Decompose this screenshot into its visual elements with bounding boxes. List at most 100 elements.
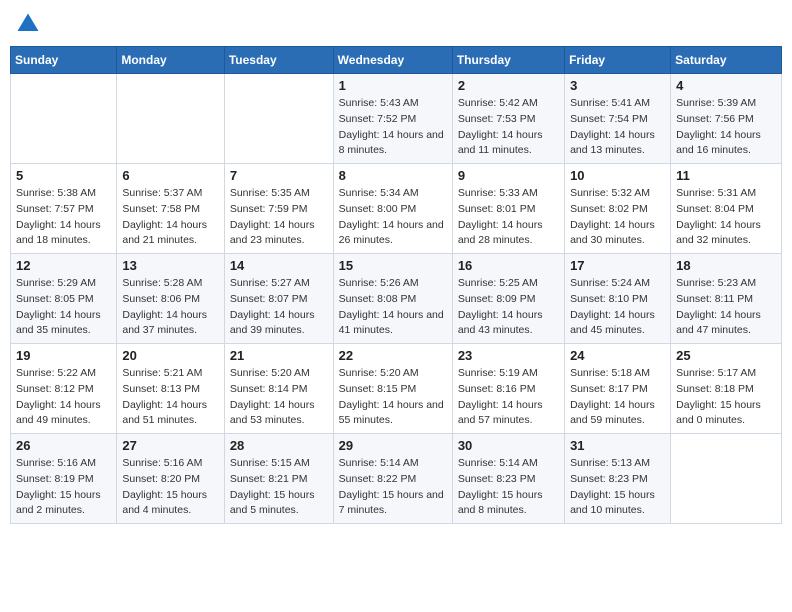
day-number: 24 — [570, 348, 665, 363]
calendar-cell: 1 Sunrise: 5:43 AMSunset: 7:52 PMDaylight… — [333, 74, 452, 164]
calendar-cell: 15 Sunrise: 5:26 AMSunset: 8:08 PMDayligh… — [333, 254, 452, 344]
day-info: Sunrise: 5:15 AMSunset: 8:21 PMDaylight:… — [230, 456, 328, 519]
day-info: Sunrise: 5:27 AMSunset: 8:07 PMDaylight:… — [230, 276, 328, 339]
calendar-cell: 22 Sunrise: 5:20 AMSunset: 8:15 PMDayligh… — [333, 344, 452, 434]
day-number: 31 — [570, 438, 665, 453]
day-info: Sunrise: 5:35 AMSunset: 7:59 PMDaylight:… — [230, 186, 328, 249]
day-info: Sunrise: 5:20 AMSunset: 8:14 PMDaylight:… — [230, 366, 328, 429]
day-info: Sunrise: 5:13 AMSunset: 8:23 PMDaylight:… — [570, 456, 665, 519]
calendar-cell: 13 Sunrise: 5:28 AMSunset: 8:06 PMDayligh… — [117, 254, 224, 344]
calendar-cell: 26 Sunrise: 5:16 AMSunset: 8:19 PMDayligh… — [11, 434, 117, 524]
calendar-cell: 17 Sunrise: 5:24 AMSunset: 8:10 PMDayligh… — [565, 254, 671, 344]
day-number: 22 — [339, 348, 447, 363]
page-header — [10, 10, 782, 38]
day-info: Sunrise: 5:14 AMSunset: 8:23 PMDaylight:… — [458, 456, 559, 519]
day-info: Sunrise: 5:23 AMSunset: 8:11 PMDaylight:… — [676, 276, 776, 339]
calendar-cell: 11 Sunrise: 5:31 AMSunset: 8:04 PMDayligh… — [671, 164, 782, 254]
day-info: Sunrise: 5:26 AMSunset: 8:08 PMDaylight:… — [339, 276, 447, 339]
calendar-cell: 29 Sunrise: 5:14 AMSunset: 8:22 PMDayligh… — [333, 434, 452, 524]
calendar-week-row: 26 Sunrise: 5:16 AMSunset: 8:19 PMDayligh… — [11, 434, 782, 524]
weekday-header-wednesday: Wednesday — [333, 47, 452, 74]
day-number: 28 — [230, 438, 328, 453]
calendar-table: SundayMondayTuesdayWednesdayThursdayFrid… — [10, 46, 782, 524]
weekday-header-tuesday: Tuesday — [224, 47, 333, 74]
calendar-week-row: 12 Sunrise: 5:29 AMSunset: 8:05 PMDayligh… — [11, 254, 782, 344]
day-number: 16 — [458, 258, 559, 273]
calendar-week-row: 19 Sunrise: 5:22 AMSunset: 8:12 PMDayligh… — [11, 344, 782, 434]
calendar-cell: 5 Sunrise: 5:38 AMSunset: 7:57 PMDaylight… — [11, 164, 117, 254]
calendar-cell: 12 Sunrise: 5:29 AMSunset: 8:05 PMDayligh… — [11, 254, 117, 344]
day-info: Sunrise: 5:29 AMSunset: 8:05 PMDaylight:… — [16, 276, 111, 339]
day-info: Sunrise: 5:31 AMSunset: 8:04 PMDaylight:… — [676, 186, 776, 249]
calendar-week-row: 5 Sunrise: 5:38 AMSunset: 7:57 PMDaylight… — [11, 164, 782, 254]
logo-icon — [14, 10, 42, 38]
day-number: 29 — [339, 438, 447, 453]
calendar-cell: 9Sunrise: 5:33 AMSunset: 8:01 PMDaylight… — [452, 164, 564, 254]
calendar-cell: 23 Sunrise: 5:19 AMSunset: 8:16 PMDayligh… — [452, 344, 564, 434]
day-info: Sunrise: 5:34 AMSunset: 8:00 PMDaylight:… — [339, 186, 447, 249]
weekday-header-sunday: Sunday — [11, 47, 117, 74]
weekday-header-thursday: Thursday — [452, 47, 564, 74]
day-number: 8 — [339, 168, 447, 183]
day-number: 21 — [230, 348, 328, 363]
calendar-cell: 21 Sunrise: 5:20 AMSunset: 8:14 PMDayligh… — [224, 344, 333, 434]
day-info: Sunrise: 5:20 AMSunset: 8:15 PMDaylight:… — [339, 366, 447, 429]
day-number: 10 — [570, 168, 665, 183]
day-info: Sunrise: 5:21 AMSunset: 8:13 PMDaylight:… — [122, 366, 218, 429]
weekday-header-friday: Friday — [565, 47, 671, 74]
day-number: 12 — [16, 258, 111, 273]
calendar-cell — [224, 74, 333, 164]
day-info: Sunrise: 5:38 AMSunset: 7:57 PMDaylight:… — [16, 186, 111, 249]
day-info: Sunrise: 5:37 AMSunset: 7:58 PMDaylight:… — [122, 186, 218, 249]
calendar-cell: 30Sunrise: 5:14 AMSunset: 8:23 PMDayligh… — [452, 434, 564, 524]
weekday-header-row: SundayMondayTuesdayWednesdayThursdayFrid… — [11, 47, 782, 74]
day-number: 7 — [230, 168, 328, 183]
day-number: 6 — [122, 168, 218, 183]
calendar-cell: 7 Sunrise: 5:35 AMSunset: 7:59 PMDaylight… — [224, 164, 333, 254]
day-number: 19 — [16, 348, 111, 363]
day-number: 2 — [458, 78, 559, 93]
calendar-cell: 19 Sunrise: 5:22 AMSunset: 8:12 PMDayligh… — [11, 344, 117, 434]
day-number: 3 — [570, 78, 665, 93]
day-info: Sunrise: 5:14 AMSunset: 8:22 PMDaylight:… — [339, 456, 447, 519]
calendar-cell: 28 Sunrise: 5:15 AMSunset: 8:21 PMDayligh… — [224, 434, 333, 524]
calendar-cell — [671, 434, 782, 524]
calendar-cell: 8 Sunrise: 5:34 AMSunset: 8:00 PMDaylight… — [333, 164, 452, 254]
day-number: 27 — [122, 438, 218, 453]
day-info: Sunrise: 5:41 AMSunset: 7:54 PMDaylight:… — [570, 96, 665, 159]
day-number: 14 — [230, 258, 328, 273]
day-number: 25 — [676, 348, 776, 363]
day-number: 9 — [458, 168, 559, 183]
day-number: 23 — [458, 348, 559, 363]
day-number: 17 — [570, 258, 665, 273]
day-info: Sunrise: 5:32 AMSunset: 8:02 PMDaylight:… — [570, 186, 665, 249]
calendar-cell: 14 Sunrise: 5:27 AMSunset: 8:07 PMDayligh… — [224, 254, 333, 344]
day-info: Sunrise: 5:16 AMSunset: 8:20 PMDaylight:… — [122, 456, 218, 519]
calendar-cell: 18Sunrise: 5:23 AMSunset: 8:11 PMDayligh… — [671, 254, 782, 344]
calendar-cell: 3 Sunrise: 5:41 AMSunset: 7:54 PMDaylight… — [565, 74, 671, 164]
day-info: Sunrise: 5:43 AMSunset: 7:52 PMDaylight:… — [339, 96, 447, 159]
day-number: 15 — [339, 258, 447, 273]
calendar-cell: 16 Sunrise: 5:25 AMSunset: 8:09 PMDayligh… — [452, 254, 564, 344]
day-number: 13 — [122, 258, 218, 273]
calendar-cell: 20Sunrise: 5:21 AMSunset: 8:13 PMDayligh… — [117, 344, 224, 434]
day-number: 5 — [16, 168, 111, 183]
day-info: Sunrise: 5:28 AMSunset: 8:06 PMDaylight:… — [122, 276, 218, 339]
day-number: 4 — [676, 78, 776, 93]
day-number: 26 — [16, 438, 111, 453]
day-info: Sunrise: 5:25 AMSunset: 8:09 PMDaylight:… — [458, 276, 559, 339]
calendar-cell — [117, 74, 224, 164]
calendar-week-row: 1 Sunrise: 5:43 AMSunset: 7:52 PMDaylight… — [11, 74, 782, 164]
day-number: 11 — [676, 168, 776, 183]
day-info: Sunrise: 5:22 AMSunset: 8:12 PMDaylight:… — [16, 366, 111, 429]
day-number: 1 — [339, 78, 447, 93]
day-info: Sunrise: 5:18 AMSunset: 8:17 PMDaylight:… — [570, 366, 665, 429]
calendar-cell: 2Sunrise: 5:42 AMSunset: 7:53 PMDaylight… — [452, 74, 564, 164]
calendar-cell: 10 Sunrise: 5:32 AMSunset: 8:02 PMDayligh… — [565, 164, 671, 254]
day-info: Sunrise: 5:24 AMSunset: 8:10 PMDaylight:… — [570, 276, 665, 339]
weekday-header-saturday: Saturday — [671, 47, 782, 74]
day-info: Sunrise: 5:16 AMSunset: 8:19 PMDaylight:… — [16, 456, 111, 519]
weekday-header-monday: Monday — [117, 47, 224, 74]
logo — [14, 10, 46, 38]
day-info: Sunrise: 5:19 AMSunset: 8:16 PMDaylight:… — [458, 366, 559, 429]
